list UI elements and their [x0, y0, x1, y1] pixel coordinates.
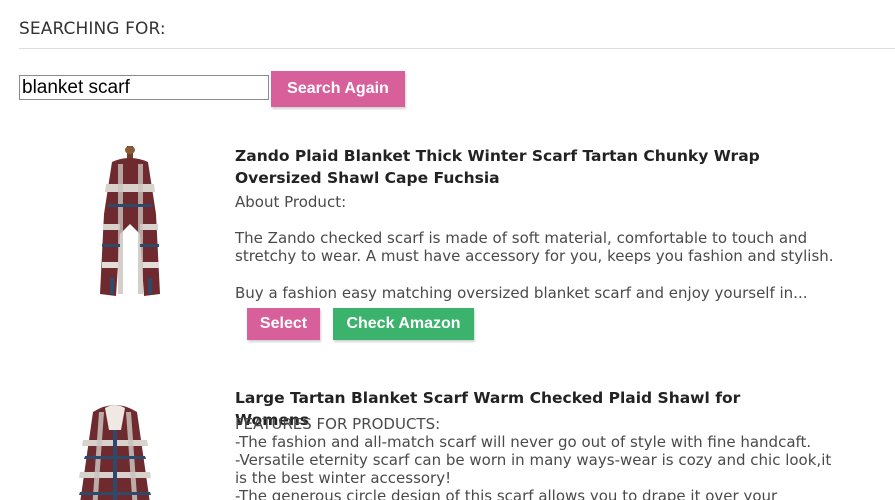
about-product-label: About Product:: [235, 193, 347, 211]
product-features: FEATURES FOR PRODUCTS: -The fashion and …: [235, 415, 832, 500]
header-divider: [19, 48, 895, 49]
select-button[interactable]: Select: [247, 308, 320, 340]
product-image: [79, 405, 151, 500]
check-amazon-button[interactable]: Check Amazon: [333, 308, 474, 340]
product-item: Large Tartan Blanket Scarf Warm Checked …: [0, 380, 895, 500]
product-title[interactable]: Zando Plaid Blanket Thick Winter Scarf T…: [235, 145, 815, 189]
product-image: [100, 146, 160, 296]
product-description-more: Buy a fashion easy matching oversized bl…: [235, 284, 808, 302]
product-description: The Zando checked scarf is made of soft …: [235, 229, 834, 265]
search-again-button[interactable]: Search Again: [271, 71, 405, 107]
product-item: Zando Plaid Blanket Thick Winter Scarf T…: [0, 138, 895, 348]
searching-for-label: SEARCHING FOR:: [19, 19, 166, 39]
search-input[interactable]: [19, 75, 269, 100]
